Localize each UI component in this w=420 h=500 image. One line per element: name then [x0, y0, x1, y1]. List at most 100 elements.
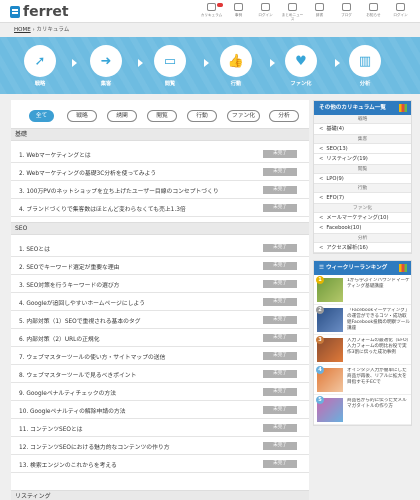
sidebar: その他のカリキュラム一覧 戦略 < 基礎(4) 集客 < SEO(13) < リスティ…	[313, 100, 412, 432]
nav-label: 辞書	[315, 13, 324, 17]
filter-action[interactable]: 行動	[187, 110, 217, 122]
step-analysis[interactable]: ▥ 分析	[347, 45, 383, 87]
categories-title: その他のカリキュラム一覧	[314, 101, 411, 115]
lesson-row[interactable]: 1. SEOとは 未完了	[11, 239, 309, 257]
nav-curriculum[interactable]: カリキュラム	[200, 2, 223, 21]
lesson-row[interactable]: 5. 内部対策（1）SEOで重視される基本のタグ 未完了	[11, 311, 309, 329]
lesson-title: 8. ウェブマスターツールで見るべきポイント	[19, 373, 137, 379]
nav-login[interactable]: ログイン	[254, 2, 277, 21]
rank-number: 4	[316, 366, 324, 374]
category-link[interactable]: < LPO(9)	[314, 174, 411, 184]
category-link[interactable]: < メールマーケティング(10)	[314, 213, 411, 223]
breadcrumb-home[interactable]: HOME	[14, 27, 31, 33]
rank-number: 3	[316, 336, 324, 344]
ranking-item[interactable]: 4 オインタジ入力が簡単にした商品が再後、リアルに拡大を目指すモチECで	[314, 365, 411, 395]
category-link[interactable]: < Facebook(10)	[314, 223, 411, 234]
lesson-row[interactable]: 9. Googleペナルティチェックの方法 未完了	[11, 383, 309, 401]
status-badge: 未完了	[263, 244, 297, 252]
lesson-row[interactable]: 12. コンテンツSEOにおける魅力的なコンテンツの作り方 未完了	[11, 437, 309, 455]
lesson-row[interactable]: 3. 100万PVのネットショップを立ち上げたユーザー目線のコンセプトづくり 未完…	[11, 181, 309, 199]
lesson-row[interactable]: 10. Googleペナルティの解除申請の方法 未完了	[11, 401, 309, 419]
step-action[interactable]: 👍 行動	[218, 45, 254, 87]
step-label: ファン化	[290, 81, 312, 87]
lesson-title: 7. ウェブマスターツールの使い方・サイトマップの送信	[19, 355, 166, 361]
step-browse[interactable]: ▭ 閲覧	[152, 45, 188, 87]
category-group-header: 戦略	[314, 115, 411, 124]
article-title: 「Facebookマーケティング」の運営ができるコツ・成功取組Facebook投…	[347, 308, 410, 331]
nav-news[interactable]: まとめニュース	[281, 2, 304, 21]
lesson-title: 9. Googleペナルティチェックの方法	[19, 391, 117, 397]
status-badge: 未完了	[263, 298, 297, 306]
lesson-row[interactable]: 6. 内部対策（2）URLの正規化 未完了	[11, 329, 309, 347]
chevron-icon: <	[319, 145, 324, 152]
site-logo[interactable]: ferret	[10, 4, 69, 20]
category-link[interactable]: < SEO(13)	[314, 144, 411, 154]
status-badge: 未完了	[263, 388, 297, 396]
rank-number: 1	[316, 276, 324, 284]
lesson-row[interactable]: 8. ウェブマスターツールで見るべきポイント 未完了	[11, 365, 309, 383]
status-badge: 未完了	[263, 334, 297, 342]
category-link[interactable]: < アクセス解析(16)	[314, 243, 411, 253]
section-header: リスティング	[11, 490, 309, 500]
breadcrumb-separator: ›	[32, 27, 35, 33]
nav-label: 事例	[234, 13, 243, 17]
step-fan[interactable]: ♥ ファン化	[283, 45, 319, 87]
nav-user-login[interactable]: ログイン	[389, 2, 412, 21]
status-badge: 未完了	[263, 424, 297, 432]
lesson-row[interactable]: 4. ブランドづくりで集客数はほとんど変わらなくても売上1.3倍 未完了	[11, 199, 309, 217]
nav-dictionary[interactable]: 辞書	[308, 2, 331, 21]
step-strategy[interactable]: ➚ 戦略	[22, 45, 58, 87]
logo-icon	[10, 6, 20, 18]
lesson-row[interactable]: 2. SEOでキーワード選定が重要な理由 未完了	[11, 257, 309, 275]
nav-label: まとめニュース	[281, 13, 304, 21]
nav-cases[interactable]: 事例	[227, 2, 250, 21]
category-link[interactable]: < 基礎(4)	[314, 124, 411, 135]
chevron-icon: <	[319, 225, 324, 231]
category-link[interactable]: < EFO(7)	[314, 193, 411, 204]
ranking-item[interactable]: 2 「Facebookマーケティング」の運営ができるコツ・成功取組Faceboo…	[314, 305, 411, 335]
lesson-row[interactable]: 11. コンテンツSEOとは 未完了	[11, 419, 309, 437]
monitor-icon: ▭	[154, 45, 186, 77]
lesson-row[interactable]: 1. Webマーケティングとは 未完了	[11, 145, 309, 163]
step-label: 閲覧	[164, 81, 176, 87]
category-group-header: 集客	[314, 134, 411, 144]
filter-all[interactable]: 全て	[29, 110, 54, 122]
article-title: 商品名から的に伝った文メルマガタイトルの作り方	[347, 398, 407, 409]
lesson-title: 1. SEOとは	[19, 247, 50, 253]
lesson-title: 13. 検索エンジンのこれからを考える	[19, 463, 117, 469]
lesson-row[interactable]: 7. ウェブマスターツールの使い方・サイトマップの送信 未完了	[11, 347, 309, 365]
article-title: 入力フォームの最適化（EFO）入力フォームの明比お役で実作3割に伝った成功事例	[347, 338, 409, 355]
lesson-row[interactable]: 3. SEO対策を行うキーワードの選び方 未完了	[11, 275, 309, 293]
nav-label: カリキュラム	[200, 13, 223, 17]
ranking-item[interactable]: 5 商品名から的に伝った文メルマガタイトルの作り方	[314, 395, 411, 425]
nav-notices[interactable]: お知らせ	[362, 2, 385, 21]
lesson-title: 3. SEO対策を行うキーワードの選び方	[19, 283, 120, 289]
category-link[interactable]: < リスティング(19)	[314, 154, 411, 165]
nav-label: ログイン	[258, 13, 273, 17]
lesson-row[interactable]: 2. Webマーケティングの基礎3C分析を使ってみよう 未完了	[11, 163, 309, 181]
ranking-item[interactable]: 1 1から学ぶインバウンドマーケティング基礎講座	[314, 275, 411, 305]
filter-acquisition[interactable]: 誘関	[107, 110, 137, 122]
filter-fan[interactable]: ファン化	[227, 110, 260, 122]
lesson-title: 4. ブランドづくりで集客数はほとんど変わらなくても売上1.3倍	[19, 207, 186, 213]
filter-analysis[interactable]: 分析	[269, 110, 299, 122]
filter-strategy[interactable]: 戦略	[67, 110, 97, 122]
lesson-row[interactable]: 13. 検索エンジンのこれからを考える 未完了	[11, 455, 309, 473]
category-label: EFO(7)	[326, 195, 345, 201]
status-badge: 未完了	[263, 460, 297, 468]
thumbs-up-icon: 👍	[220, 45, 252, 77]
nav-blog[interactable]: ブログ	[335, 2, 358, 21]
filter-browse[interactable]: 閲覧	[147, 110, 177, 122]
status-badge: 未完了	[263, 406, 297, 414]
lesson-row[interactable]: 4. Googleが追回しやすいホームページにしよう 未完了	[11, 293, 309, 311]
arrow-icon	[204, 59, 209, 67]
lesson-title: 2. SEOでキーワード選定が重要な理由	[19, 265, 120, 271]
enter-icon: ➜	[90, 45, 122, 77]
ranking-item[interactable]: 3 入力フォームの最適化（EFO）入力フォームの明比お役で実作3割に伝った成功事…	[314, 335, 411, 365]
lesson-title: 6. 内部対策（2）URLの正規化	[19, 337, 100, 343]
section-header: 基礎	[11, 128, 309, 141]
category-label: リスティング(19)	[326, 156, 368, 162]
blog-icon	[342, 3, 351, 11]
step-acquisition[interactable]: ➜ 集客	[88, 45, 124, 87]
breadcrumb: HOME › カリキュラム	[14, 25, 69, 33]
